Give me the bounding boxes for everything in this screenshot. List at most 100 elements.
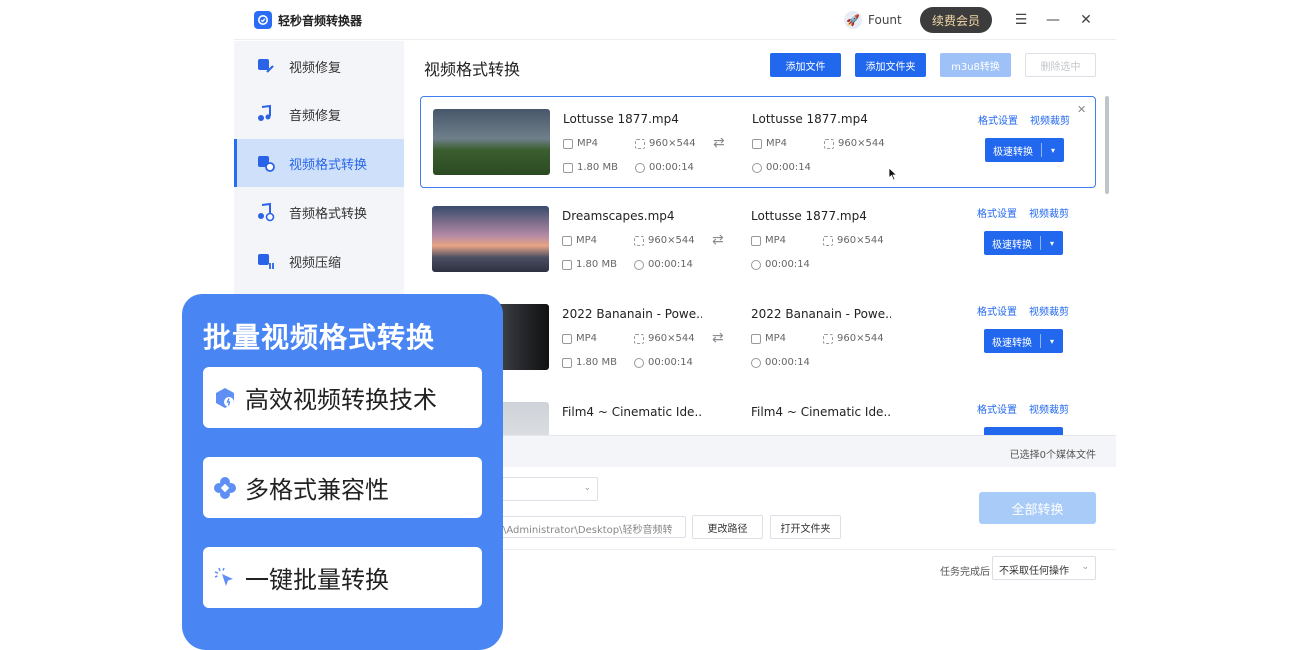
- convert-all-button[interactable]: 全部转换: [979, 492, 1096, 524]
- resolution-icon: [635, 138, 645, 149]
- output-file-name: 2022 Bananain - Powe...: [751, 307, 891, 321]
- speed-cube-icon: [216, 387, 234, 408]
- sidebar-item-video-convert[interactable]: 视频格式转换: [234, 139, 404, 187]
- source-file-name: Dreamscapes.mp4: [562, 209, 675, 223]
- selected-count-text: 已选择0个媒体文件: [1009, 450, 1096, 461]
- output-resolution: 960×544: [823, 333, 884, 344]
- sidebar-item-video-compress[interactable]: 视频压缩: [234, 237, 404, 285]
- resolution-icon: [634, 333, 644, 344]
- title-bar: 轻秒音频转换器 🚀 Fount 续费会员 ☰ — ✕: [234, 0, 1116, 40]
- sidebar-item-video-repair[interactable]: 视频修复: [234, 42, 404, 90]
- file-row[interactable]: Dreamscapes.mp4 MP4 960×544 1.80 MB 00:0…: [420, 194, 1096, 286]
- menu-icon[interactable]: ☰: [1013, 12, 1029, 28]
- add-folder-button[interactable]: 添加文件夹: [855, 53, 926, 77]
- feature-text: 一键批量转换: [245, 566, 389, 594]
- change-path-button[interactable]: 更改路径: [692, 515, 763, 539]
- format-settings-link[interactable]: 格式设置: [978, 112, 1018, 127]
- video-crop-link[interactable]: 视频裁剪: [1030, 112, 1070, 127]
- format-settings-link[interactable]: 格式设置: [977, 401, 1017, 416]
- audio-repair-icon: [258, 104, 271, 121]
- source-resolution: 960×544: [635, 138, 696, 149]
- click-cursor-icon: [214, 567, 233, 586]
- size-value: 1.80 MB: [576, 259, 617, 270]
- format-icon: [751, 235, 761, 246]
- file-list: Lottusse 1877.mp4 MP4 960×544 1.80 MB 00…: [420, 96, 1096, 435]
- after-task-select[interactable]: 不采取任何操作 ⌄: [992, 556, 1096, 580]
- output-format: MP4: [751, 333, 786, 344]
- shuffle-icon: ⇄: [712, 232, 724, 248]
- source-duration: 00:00:14: [634, 259, 693, 270]
- source-file-name: Film4 ~ Cinematic Ide...: [562, 405, 702, 419]
- format-settings-link[interactable]: 格式设置: [977, 303, 1017, 318]
- minimize-icon[interactable]: —: [1045, 12, 1061, 28]
- output-file-name: Lottusse 1877.mp4: [751, 209, 867, 223]
- file-icon: [563, 162, 573, 173]
- format-icon: [751, 333, 761, 344]
- format-settings-link[interactable]: 格式设置: [977, 205, 1017, 220]
- fast-convert-button[interactable]: 极速转换 ▾: [984, 329, 1063, 353]
- chevron-down-icon[interactable]: ▾: [1041, 337, 1063, 346]
- file-row[interactable]: Film4 ~ Cinematic Ide... Film4 ~ Cinemat…: [420, 390, 1096, 435]
- chevron-down-icon[interactable]: ▾: [1041, 239, 1063, 248]
- renew-vip-button[interactable]: 续费会员: [920, 7, 992, 33]
- duration-value: 00:00:14: [766, 162, 811, 173]
- after-task-value: 不采取任何操作: [999, 566, 1069, 577]
- fast-convert-button[interactable]: 极速转换 ▾: [985, 138, 1064, 162]
- source-duration: 00:00:14: [635, 162, 694, 173]
- divider: [404, 549, 1116, 550]
- file-row[interactable]: Lottusse 1877.mp4 MP4 960×544 1.80 MB 00…: [420, 96, 1096, 188]
- duration-value: 00:00:14: [648, 357, 693, 368]
- format-icon: [752, 138, 762, 149]
- clock-icon: [635, 162, 645, 173]
- add-file-button[interactable]: 添加文件: [770, 53, 841, 77]
- resolution-value: 960×544: [648, 235, 695, 246]
- user-name: Fount: [868, 13, 902, 27]
- output-resolution: 960×544: [824, 138, 885, 149]
- duration-value: 00:00:14: [765, 259, 810, 270]
- chevron-down-icon[interactable]: ▾: [1042, 146, 1064, 155]
- source-file-name: 2022 Bananain - Powe...: [562, 307, 702, 321]
- output-file-name: Film4 ~ Cinematic Ide...: [751, 405, 891, 419]
- video-crop-link[interactable]: 视频裁剪: [1029, 401, 1069, 416]
- mouse-cursor-icon: [888, 167, 898, 181]
- resolution-value: 960×544: [837, 235, 884, 246]
- clock-icon: [634, 357, 644, 368]
- fast-convert-button[interactable]: [984, 427, 1063, 435]
- video-crop-link[interactable]: 视频裁剪: [1029, 303, 1069, 318]
- remove-file-icon[interactable]: ✕: [1077, 103, 1086, 116]
- feature-item: 高效视频转换技术: [203, 367, 482, 428]
- sidebar-item-label: 视频压缩: [289, 255, 342, 271]
- output-format: MP4: [751, 235, 786, 246]
- source-format: MP4: [562, 333, 597, 344]
- sidebar-item-audio-convert[interactable]: 音频格式转换: [234, 188, 404, 236]
- size-value: 1.80 MB: [577, 162, 618, 173]
- promo-title: 批量视频格式转换: [203, 321, 436, 354]
- user-account[interactable]: 🚀 Fount: [844, 10, 902, 30]
- fast-convert-label: 极速转换: [993, 146, 1033, 158]
- source-format: MP4: [562, 235, 597, 246]
- shuffle-icon: ⇄: [713, 135, 725, 151]
- fast-convert-button[interactable]: 极速转换 ▾: [984, 231, 1063, 255]
- m3u8-convert-button[interactable]: m3u8转换: [940, 53, 1011, 77]
- video-thumbnail: [432, 206, 549, 272]
- delete-selected-button[interactable]: 删除选中: [1025, 53, 1096, 77]
- sidebar-item-audio-repair[interactable]: 音频修复: [234, 90, 404, 138]
- video-crop-link[interactable]: 视频裁剪: [1029, 205, 1069, 220]
- format-value: MP4: [576, 333, 598, 344]
- sidebar-item-label: 音频修复: [289, 108, 342, 124]
- source-size: 1.80 MB: [562, 357, 617, 368]
- file-row[interactable]: 2022 Bananain - Powe... MP4 960×544 1.80…: [420, 292, 1096, 384]
- feature-item: 多格式兼容性: [203, 457, 482, 518]
- avatar: 🚀: [844, 11, 862, 29]
- close-icon[interactable]: ✕: [1078, 12, 1094, 28]
- open-folder-button[interactable]: 打开文件夹: [770, 515, 841, 539]
- source-resolution: 960×544: [634, 235, 695, 246]
- resolution-value: 960×544: [838, 138, 885, 149]
- resolution-icon: [823, 235, 833, 246]
- status-bar: 已选择0个媒体文件: [404, 435, 1116, 467]
- clock-icon: [751, 259, 761, 270]
- video-repair-icon: [258, 59, 274, 73]
- clover-icon: [214, 476, 236, 499]
- list-scrollbar[interactable]: [1105, 96, 1109, 194]
- sidebar-item-label: 视频修复: [289, 60, 342, 76]
